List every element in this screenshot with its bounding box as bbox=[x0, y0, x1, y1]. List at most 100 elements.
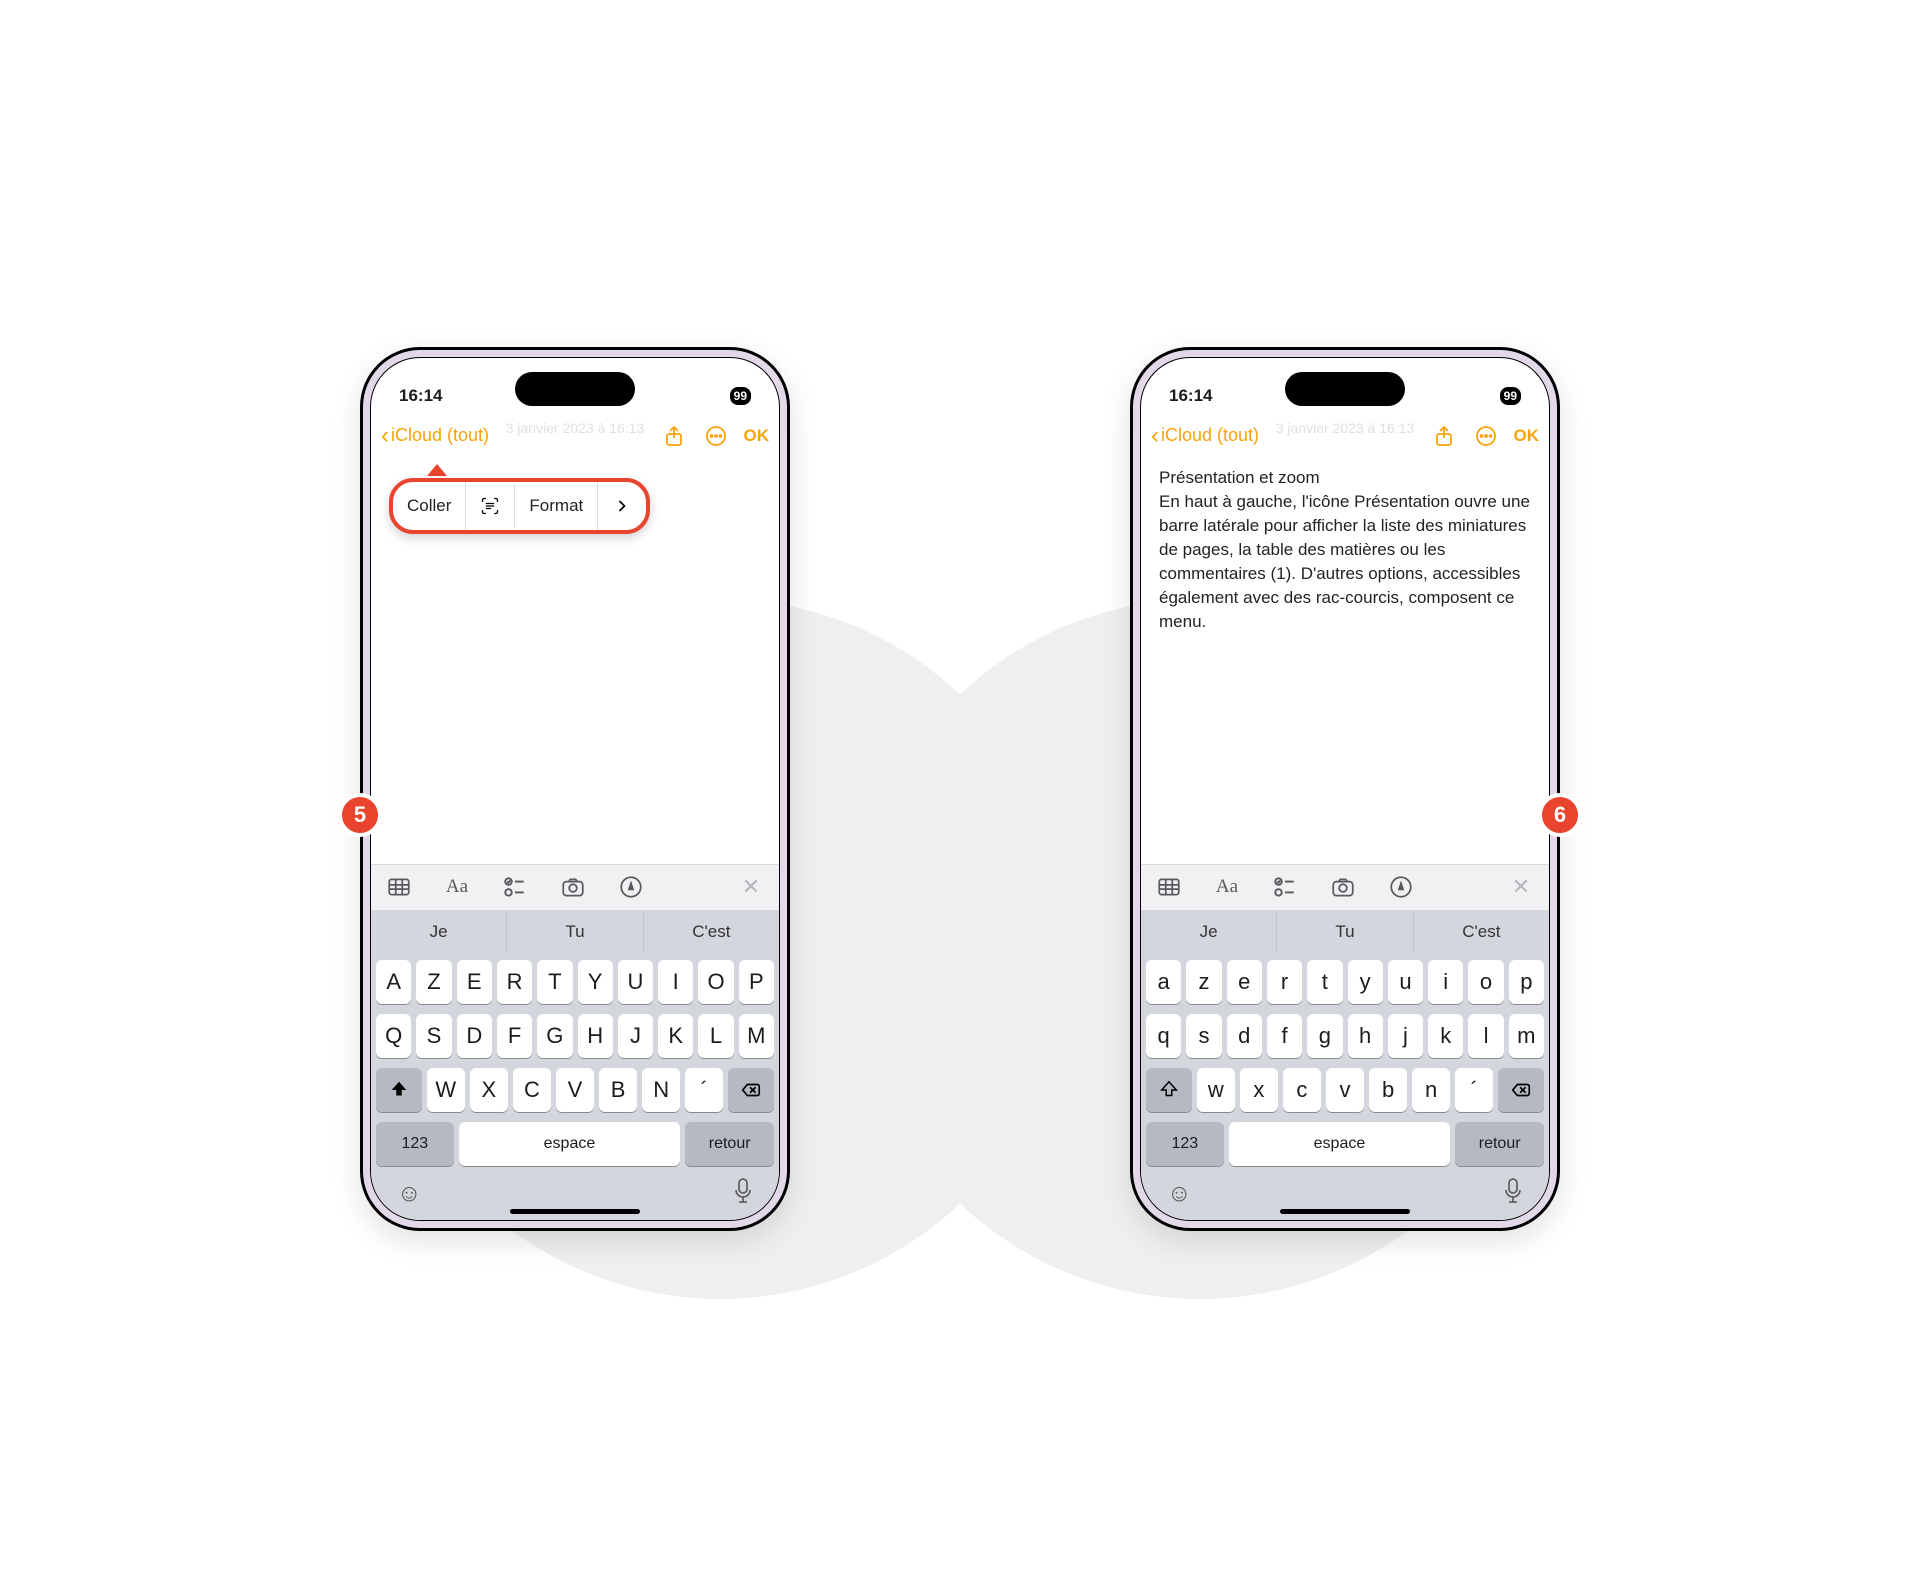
key[interactable]: t bbox=[1307, 960, 1342, 1004]
key[interactable]: r bbox=[1267, 960, 1302, 1004]
note-body[interactable]: Présentation et zoom En haut à gauche, l… bbox=[1141, 460, 1549, 864]
more-button[interactable] bbox=[1472, 422, 1500, 450]
shift-key[interactable] bbox=[1146, 1068, 1192, 1112]
key[interactable]: p bbox=[1509, 960, 1544, 1004]
format-button[interactable]: Format bbox=[515, 482, 598, 530]
key[interactable]: ´ bbox=[1455, 1068, 1493, 1112]
numbers-key[interactable]: 123 bbox=[1146, 1122, 1224, 1166]
toolbar-close[interactable]: ✕ bbox=[735, 871, 767, 903]
camera-button[interactable] bbox=[557, 871, 589, 903]
emoji-button[interactable]: ☺ bbox=[1167, 1180, 1192, 1208]
key[interactable]: O bbox=[698, 960, 733, 1004]
key[interactable]: u bbox=[1388, 960, 1423, 1004]
return-key[interactable]: retour bbox=[685, 1122, 774, 1166]
key[interactable]: i bbox=[1428, 960, 1463, 1004]
key[interactable]: Q bbox=[376, 1014, 411, 1058]
key[interactable]: U bbox=[618, 960, 653, 1004]
key[interactable]: ´ bbox=[685, 1068, 723, 1112]
key[interactable]: s bbox=[1186, 1014, 1221, 1058]
markup-button[interactable] bbox=[615, 871, 647, 903]
key[interactable]: l bbox=[1468, 1014, 1503, 1058]
space-key[interactable]: espace bbox=[459, 1122, 681, 1166]
camera-button[interactable] bbox=[1327, 871, 1359, 903]
key[interactable]: e bbox=[1227, 960, 1262, 1004]
text-format-button[interactable]: Aa bbox=[1211, 871, 1243, 903]
key[interactable]: J bbox=[618, 1014, 653, 1058]
key[interactable]: V bbox=[556, 1068, 594, 1112]
delete-key[interactable] bbox=[728, 1068, 774, 1112]
dictation-button[interactable] bbox=[1503, 1178, 1523, 1209]
edit-menu-next[interactable] bbox=[598, 484, 646, 528]
key[interactable]: y bbox=[1348, 960, 1383, 1004]
space-key[interactable]: espace bbox=[1229, 1122, 1451, 1166]
return-key[interactable]: retour bbox=[1455, 1122, 1544, 1166]
delete-key[interactable] bbox=[1498, 1068, 1544, 1112]
key[interactable]: K bbox=[658, 1014, 693, 1058]
key[interactable]: X bbox=[470, 1068, 508, 1112]
key[interactable]: P bbox=[739, 960, 774, 1004]
suggestion[interactable]: Tu bbox=[1277, 910, 1413, 954]
numbers-key[interactable]: 123 bbox=[376, 1122, 454, 1166]
share-button[interactable] bbox=[660, 422, 688, 450]
key[interactable]: v bbox=[1326, 1068, 1364, 1112]
key[interactable]: W bbox=[427, 1068, 465, 1112]
text-format-button[interactable]: Aa bbox=[441, 871, 473, 903]
key[interactable]: Y bbox=[578, 960, 613, 1004]
table-button[interactable] bbox=[1153, 871, 1185, 903]
suggestion[interactable]: Je bbox=[1141, 910, 1277, 954]
key[interactable]: I bbox=[658, 960, 693, 1004]
key[interactable]: h bbox=[1348, 1014, 1383, 1058]
key[interactable]: g bbox=[1307, 1014, 1342, 1058]
dictation-button[interactable] bbox=[733, 1178, 753, 1209]
suggestion[interactable]: C'est bbox=[644, 910, 779, 954]
back-button[interactable]: ‹ iCloud (tout) bbox=[1151, 422, 1259, 450]
key[interactable]: Z bbox=[416, 960, 451, 1004]
checklist-button[interactable] bbox=[499, 871, 531, 903]
paste-button[interactable]: Coller bbox=[393, 482, 466, 530]
back-button[interactable]: ‹ iCloud (tout) bbox=[381, 422, 489, 450]
key[interactable]: S bbox=[416, 1014, 451, 1058]
key[interactable]: z bbox=[1186, 960, 1221, 1004]
suggestion[interactable]: Je bbox=[371, 910, 507, 954]
toolbar-close[interactable]: ✕ bbox=[1505, 871, 1537, 903]
key[interactable]: G bbox=[537, 1014, 572, 1058]
key[interactable]: n bbox=[1412, 1068, 1450, 1112]
checklist-button[interactable] bbox=[1269, 871, 1301, 903]
key[interactable]: A bbox=[376, 960, 411, 1004]
key[interactable]: E bbox=[457, 960, 492, 1004]
key[interactable]: q bbox=[1146, 1014, 1181, 1058]
note-body[interactable]: Coller Format bbox=[371, 460, 779, 864]
key[interactable]: F bbox=[497, 1014, 532, 1058]
key[interactable]: L bbox=[698, 1014, 733, 1058]
key[interactable]: B bbox=[599, 1068, 637, 1112]
key[interactable]: f bbox=[1267, 1014, 1302, 1058]
key[interactable]: w bbox=[1197, 1068, 1235, 1112]
key[interactable]: m bbox=[1509, 1014, 1544, 1058]
key[interactable]: H bbox=[578, 1014, 613, 1058]
suggestion[interactable]: Tu bbox=[507, 910, 643, 954]
key[interactable]: T bbox=[537, 960, 572, 1004]
share-button[interactable] bbox=[1430, 422, 1458, 450]
key[interactable]: N bbox=[642, 1068, 680, 1112]
key[interactable]: C bbox=[513, 1068, 551, 1112]
key[interactable]: b bbox=[1369, 1068, 1407, 1112]
key[interactable]: o bbox=[1468, 960, 1503, 1004]
done-button[interactable]: OK bbox=[744, 426, 770, 446]
key[interactable]: a bbox=[1146, 960, 1181, 1004]
done-button[interactable]: OK bbox=[1514, 426, 1540, 446]
more-button[interactable] bbox=[702, 422, 730, 450]
suggestion[interactable]: C'est bbox=[1414, 910, 1549, 954]
key[interactable]: k bbox=[1428, 1014, 1463, 1058]
key[interactable]: j bbox=[1388, 1014, 1423, 1058]
shift-key[interactable] bbox=[376, 1068, 422, 1112]
live-text-button[interactable] bbox=[466, 484, 515, 528]
key[interactable]: D bbox=[457, 1014, 492, 1058]
key[interactable]: R bbox=[497, 960, 532, 1004]
key[interactable]: d bbox=[1227, 1014, 1262, 1058]
key[interactable]: x bbox=[1240, 1068, 1278, 1112]
key[interactable]: M bbox=[739, 1014, 774, 1058]
markup-button[interactable] bbox=[1385, 871, 1417, 903]
key[interactable]: c bbox=[1283, 1068, 1321, 1112]
emoji-button[interactable]: ☺ bbox=[397, 1180, 422, 1208]
table-button[interactable] bbox=[383, 871, 415, 903]
